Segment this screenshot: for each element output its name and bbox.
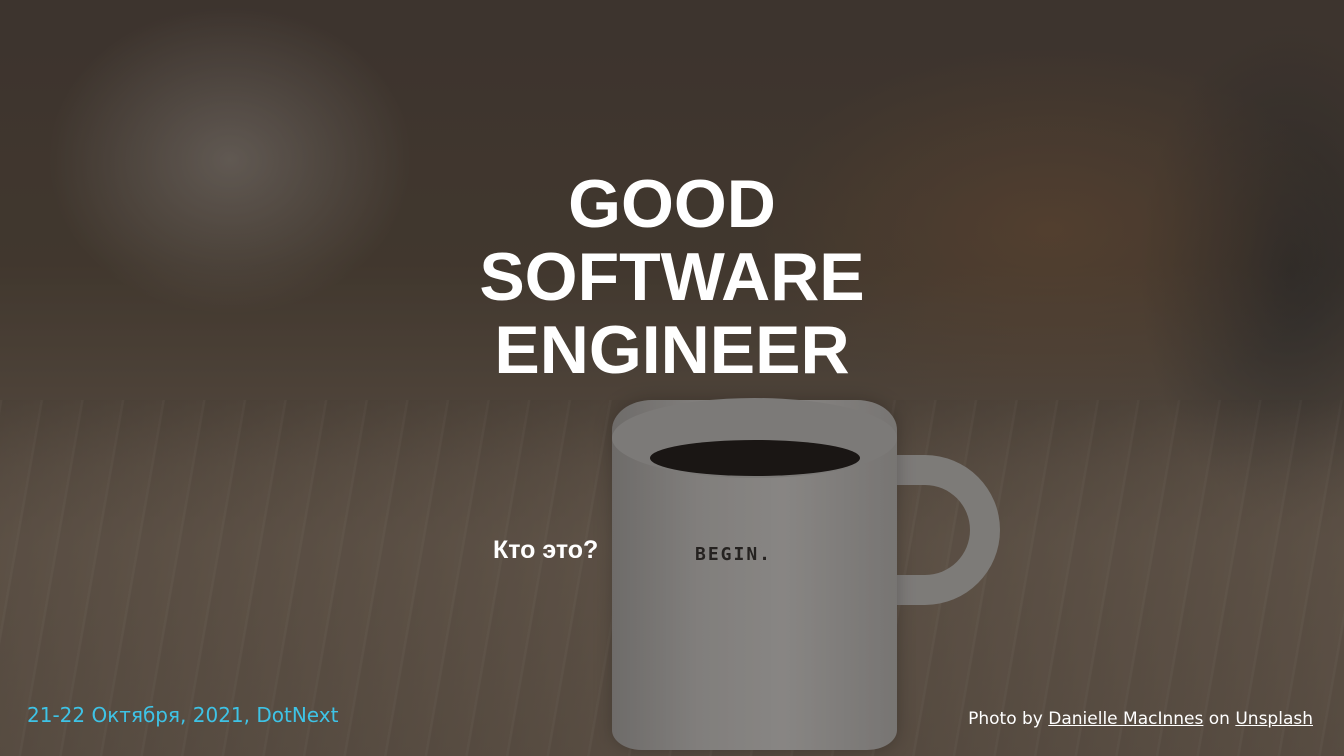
slide: BEGIN. GOOD SOFTWARE ENGINEER Кто это? 2… <box>0 0 1344 756</box>
slide-title: GOOD SOFTWARE ENGINEER <box>0 168 1344 387</box>
slide-subtitle: Кто это? <box>493 536 599 564</box>
title-line-3: ENGINEER <box>494 312 850 388</box>
title-line-1: GOOD <box>568 166 776 242</box>
credit-prefix: Photo by <box>968 709 1043 729</box>
credit-source-link[interactable]: Unsplash <box>1235 709 1313 729</box>
title-line-2: SOFTWARE <box>479 239 865 315</box>
credit-middle: on <box>1208 709 1230 729</box>
credit-author-link[interactable]: Danielle MacInnes <box>1048 709 1203 729</box>
event-label: 21-22 Октября, 2021, DotNext <box>27 703 339 727</box>
photo-credit: Photo by Danielle MacInnes on Unsplash <box>968 709 1313 729</box>
